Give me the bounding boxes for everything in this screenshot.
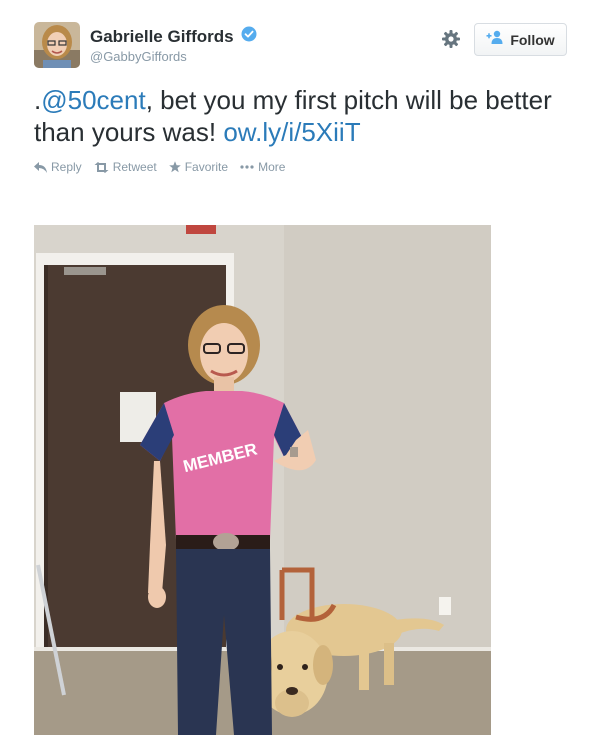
reply-label: Reply (51, 160, 82, 174)
more-dots-icon (240, 165, 254, 169)
tweet-actions: Reply Retweet Favorite More (34, 160, 297, 174)
favorite-action[interactable]: Favorite (168, 160, 229, 174)
follow-user-icon (486, 30, 504, 49)
author-fullname[interactable]: Gabrielle Giffords (90, 27, 234, 47)
retweet-label: Retweet (112, 160, 157, 174)
more-label: More (258, 160, 286, 174)
mention-link[interactable]: @50cent (41, 85, 145, 115)
more-action[interactable]: More (240, 160, 285, 174)
avatar[interactable] (34, 22, 80, 68)
gear-icon[interactable] (440, 28, 462, 50)
star-icon (168, 161, 181, 173)
tweet-photo[interactable]: MEMBER (34, 225, 491, 735)
verified-badge-icon (241, 26, 257, 47)
follow-button[interactable]: Follow (474, 23, 567, 56)
favorite-label: Favorite (184, 160, 229, 174)
photo-link[interactable]: ow.ly/i/5XiiT (223, 117, 360, 147)
retweet-action[interactable]: Retweet (94, 160, 157, 174)
author-username[interactable]: @GabbyGiffords (90, 49, 257, 64)
tweet-text: .@50cent, bet you my first pitch will be… (34, 84, 574, 148)
author-block[interactable]: Gabrielle Giffords @GabbyGiffords (90, 26, 257, 64)
reply-icon (34, 161, 47, 173)
retweet-icon (94, 161, 109, 173)
reply-action[interactable]: Reply (34, 160, 82, 174)
tweet: Gabrielle Giffords @GabbyGiffords Follow… (0, 0, 600, 735)
follow-button-label: Follow (510, 31, 555, 48)
